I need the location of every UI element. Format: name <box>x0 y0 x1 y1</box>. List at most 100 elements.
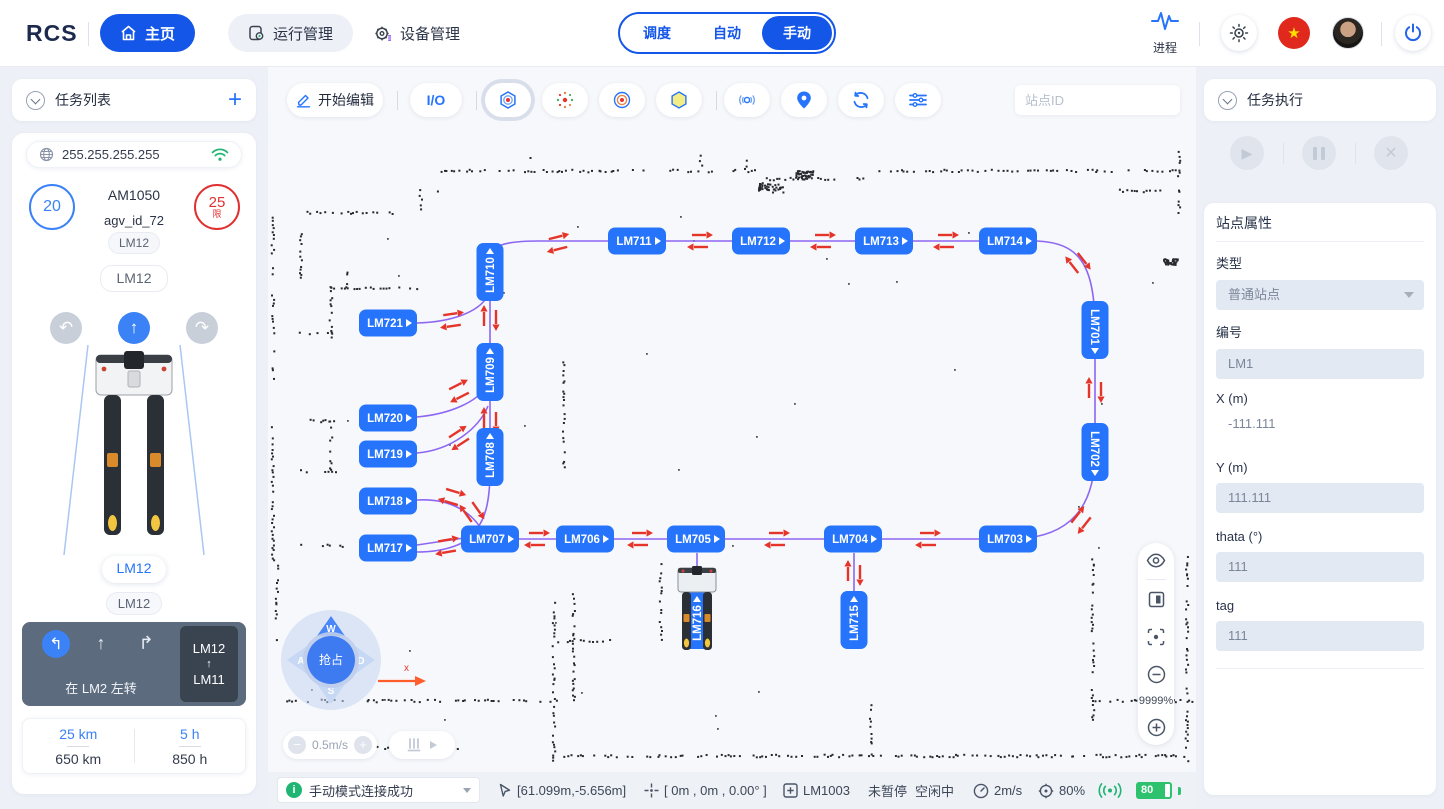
station-search-input[interactable] <box>1025 93 1196 108</box>
divider <box>397 91 398 110</box>
station-LM713[interactable]: LM713 <box>855 228 913 255</box>
forklift-preview <box>12 345 256 555</box>
process-button[interactable]: 进程 <box>1143 10 1187 56</box>
center-focus-button[interactable] <box>1138 628 1174 651</box>
play-task-button[interactable]: ▶ <box>1230 136 1264 170</box>
toolbar-target-ring-button[interactable] <box>599 83 645 117</box>
globe-icon <box>39 147 54 162</box>
tag-input[interactable]: 111 <box>1216 621 1424 651</box>
station-LM719[interactable]: LM719 <box>359 441 417 468</box>
svg-text:抢占: 抢占 <box>319 652 343 667</box>
cancel-task-button[interactable]: × <box>1374 136 1408 170</box>
station-LM712[interactable]: LM712 <box>732 228 790 255</box>
station-LM709[interactable]: LM709 <box>477 343 504 401</box>
station-LM714[interactable]: LM714 <box>979 228 1037 255</box>
io-button[interactable]: I/O <box>410 83 462 117</box>
nav-item-device[interactable]: 设备管理 <box>354 14 480 52</box>
station-LM721[interactable]: LM721 <box>359 310 417 337</box>
progress-readout: 80% <box>1038 772 1085 809</box>
toolbar-location-button[interactable] <box>781 83 827 117</box>
navigation-hint-panel: ↰ ↑ ↱ 在 LM2 左转 LM12 ↑ LM11 <box>22 622 246 706</box>
svg-text:LM706: LM706 <box>564 534 600 546</box>
station-LM715[interactable]: LM715 <box>841 591 868 649</box>
toolbar-refresh-button[interactable] <box>838 83 884 117</box>
idle-state: 空闲中 <box>915 772 954 809</box>
task-execution-header[interactable]: 任务执行 <box>1204 79 1436 121</box>
turn-right-icon[interactable]: ↷ <box>186 312 218 344</box>
station-LM702[interactable]: LM702 <box>1082 423 1109 481</box>
user-avatar[interactable] <box>1332 17 1364 49</box>
station-LM708[interactable]: LM708 <box>477 428 504 486</box>
speed-minus-button[interactable]: − <box>288 736 306 754</box>
rcs-app: RCS 主页 运行管理 设备管理 调度 自动 手动 进程 ★ <box>0 0 1444 809</box>
straight-icon[interactable]: ↑ <box>118 312 150 344</box>
number-input[interactable]: LM1 <box>1216 349 1424 379</box>
mode-auto[interactable]: 自动 <box>692 16 762 50</box>
toolbar-point-cloud-button[interactable] <box>542 83 588 117</box>
theme-toggle-button[interactable] <box>1221 15 1257 51</box>
svg-text:LM707: LM707 <box>469 534 505 546</box>
svg-text:LM711: LM711 <box>616 236 652 248</box>
app-logo: RCS <box>26 20 78 47</box>
field-theta: thata (°) 111 <box>1216 529 1424 582</box>
toolbar-area-hex-button[interactable] <box>656 83 702 117</box>
agv-ip-row[interactable]: 255.255.255.255 <box>26 141 242 168</box>
station-LM720[interactable]: LM720 <box>359 405 417 432</box>
nav-item-operation[interactable]: 运行管理 <box>228 14 353 52</box>
manual-joystick[interactable]: WADS抢占 <box>279 608 383 712</box>
cursor-icon <box>498 783 512 798</box>
station-LM706[interactable]: LM706 <box>556 526 614 553</box>
visibility-button[interactable] <box>1138 553 1174 573</box>
pause-task-button[interactable] <box>1302 136 1336 170</box>
task-list-header[interactable]: 任务列表 + <box>12 79 256 121</box>
monitor-gear-icon <box>248 25 265 41</box>
chevron-down-icon <box>1404 292 1414 298</box>
fork-control[interactable] <box>389 731 455 759</box>
station-LM701[interactable]: LM701 <box>1082 301 1109 359</box>
zoom-out-button[interactable] <box>1138 665 1174 689</box>
x-value[interactable]: -111.111 <box>1216 416 1424 431</box>
connection-status-select[interactable]: i 手动模式连接成功 <box>277 777 480 803</box>
theta-input[interactable]: 111 <box>1216 552 1424 582</box>
straight-icon: ↑ <box>87 633 115 654</box>
mileage-col: 25 km 650 km <box>23 719 134 773</box>
mode-manual[interactable]: 手动 <box>762 16 832 50</box>
current-speed-badge: 20 <box>29 184 75 230</box>
zoom-in-button[interactable] <box>1138 718 1174 742</box>
station-LM703[interactable]: LM703 <box>979 526 1037 553</box>
type-select[interactable]: 普通站点 <box>1216 280 1424 310</box>
station-properties-card: 站点属性 类型 普通站点 编号 LM1 X (m) -111.111 Y (m)… <box>1204 203 1436 795</box>
station-LM717[interactable]: LM717 <box>359 535 417 562</box>
station-LM704[interactable]: LM704 <box>824 526 882 553</box>
map-canvas[interactable]: xLM710LM709LM708LM716LM715LM701LM702LM71… <box>268 67 1196 809</box>
svg-text:LM705: LM705 <box>675 534 711 546</box>
speed-plus-button[interactable]: + <box>354 736 372 754</box>
nav-item-home[interactable]: 主页 <box>100 14 195 52</box>
divider <box>1216 668 1424 669</box>
power-button[interactable] <box>1395 15 1431 51</box>
route-to: LM11 <box>193 672 225 687</box>
toolbar-radar-button[interactable] <box>724 83 770 117</box>
toolbar-filter-button[interactable] <box>895 83 941 117</box>
station-LM711[interactable]: LM711 <box>608 228 666 255</box>
eye-icon <box>1146 553 1166 568</box>
add-task-button[interactable]: + <box>228 90 242 110</box>
sun-icon <box>1229 23 1249 43</box>
station-LM710[interactable]: LM710 <box>477 243 504 301</box>
turn-left-icon[interactable]: ↶ <box>50 312 82 344</box>
crosshair-icon <box>644 783 659 798</box>
y-input[interactable]: 111.111 <box>1216 483 1424 513</box>
waveform-icon <box>1150 10 1180 32</box>
play-icon <box>428 740 438 750</box>
minimap-button[interactable] <box>1138 591 1174 613</box>
station-LM705[interactable]: LM705 <box>667 526 725 553</box>
mode-dispatch[interactable]: 调度 <box>622 16 692 50</box>
station-LM707[interactable]: LM707 <box>461 526 519 553</box>
connection-message: 手动模式连接成功 <box>309 781 456 800</box>
start-edit-button[interactable]: 开始编辑 <box>287 83 383 117</box>
nav-item-label: 运行管理 <box>273 23 333 44</box>
language-flag-button[interactable]: ★ <box>1278 17 1310 49</box>
pause-icon <box>1313 147 1325 160</box>
toolbar-station-hex-button[interactable] <box>485 83 531 117</box>
station-LM718[interactable]: LM718 <box>359 488 417 515</box>
